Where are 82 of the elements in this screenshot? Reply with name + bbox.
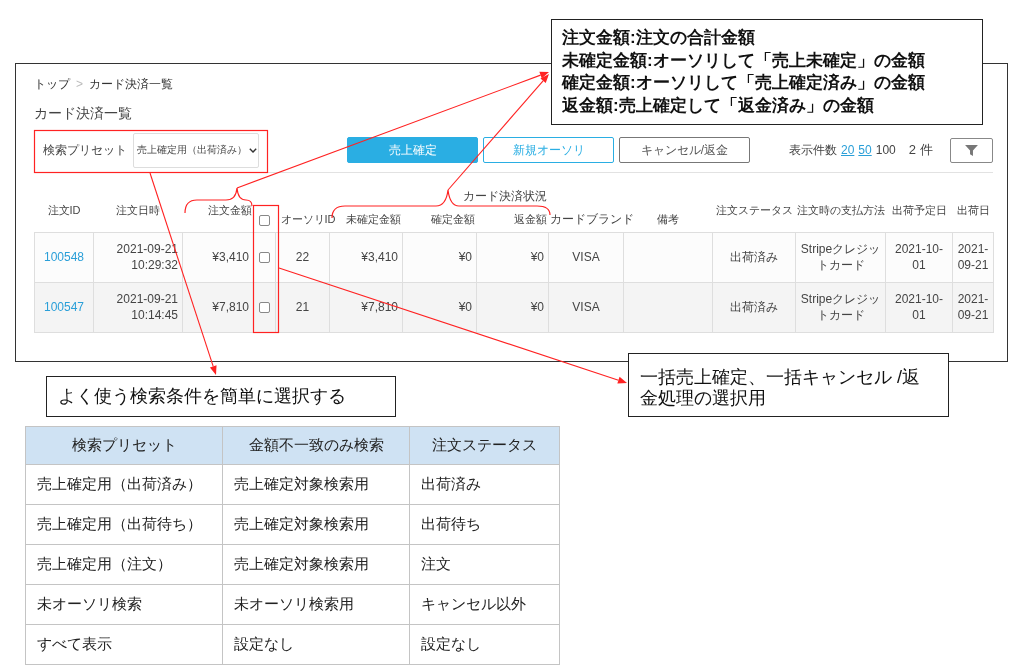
table-cell: 注文 (409, 544, 560, 585)
table-cell: 22 (275, 232, 330, 282)
table-cell: ¥0 (476, 282, 549, 332)
table-cell: 未オーソリ検索 (25, 584, 223, 625)
breadcrumb-current: カード決済一覧 (89, 76, 173, 92)
legend-line: 注文金額:注文の合計金額 (562, 27, 755, 49)
filter-icon (965, 144, 978, 156)
table-cell: VISA (548, 232, 624, 282)
table-cell: ¥0 (402, 232, 477, 282)
toolbar-button[interactable]: 売上確定 (347, 137, 478, 163)
breadcrumb-separator: > (76, 76, 83, 92)
legend-line: 返金額:売上確定して「返金済み」の金額 (562, 94, 874, 117)
page-size-option[interactable]: 20 (841, 143, 855, 157)
column-header: 確定金額 (430, 213, 475, 226)
table-cell: 2021-10-01 (885, 232, 953, 282)
table-cell: すべて表示 (25, 624, 223, 665)
page-title: カード決済一覧 (34, 104, 132, 123)
breadcrumb-link[interactable]: トップ (34, 76, 70, 92)
column-header: 注文ステータス (715, 204, 793, 217)
table-cell: 2021-09-21 10:14:45 (93, 282, 183, 332)
table-cell: 売上確定対象検索用 (222, 504, 410, 545)
result-count: 2 件 (908, 141, 933, 159)
column-header: カードブランド (549, 212, 634, 227)
column-header: オーソリID (280, 213, 336, 226)
table-cell: キャンセル以外 (409, 584, 560, 625)
table-cell: 売上確定用（注文） (25, 544, 223, 585)
column-group-header: カード決済状況 (462, 189, 547, 203)
row-checkbox[interactable] (259, 252, 270, 264)
column-header: 注文時の支払方法 (796, 204, 885, 217)
order-id-link[interactable]: 100548 (43, 250, 84, 264)
table-cell: VISA (548, 282, 624, 332)
table-cell: Stripeクレジットカード (795, 232, 886, 282)
callout-note: 一括売上確定、一括キャンセル /返金処理の選択用 (628, 353, 949, 417)
table-cell: ¥0 (476, 232, 549, 282)
row-checkbox[interactable] (259, 302, 270, 314)
table-cell: 売上確定用（出荷待ち） (25, 504, 223, 545)
page-size-option[interactable]: 50 (858, 143, 872, 157)
table-cell: ¥7,810 (182, 282, 254, 332)
table-cell: 売上確定対象検索用 (222, 464, 410, 505)
page-size-label: 表示件数 (789, 141, 837, 159)
table-cell: 売上確定用（出荷済み） (25, 464, 223, 505)
table-cell: 21 (275, 282, 330, 332)
table-cell: 2021-10-01 (885, 282, 953, 332)
table-cell: 2021-09-21 (952, 232, 994, 282)
table-cell: 出荷済み (712, 232, 796, 282)
table-cell: 出荷待ち (409, 504, 560, 545)
table-cell: ¥3,410 (182, 232, 254, 282)
table-cell: 設定なし (409, 624, 560, 665)
page-size-option[interactable]: 100 (875, 143, 896, 157)
table-cell: ¥0 (402, 282, 477, 332)
table-cell: ¥7,810 (329, 282, 403, 332)
preset-select[interactable]: 売上確定用（出荷済み） (133, 132, 259, 168)
table-cell: Stripeクレジットカード (795, 282, 886, 332)
column-header: 未確定金額 (345, 213, 401, 226)
table-cell: 2021-09-21 (952, 282, 994, 332)
curly-brace (184, 187, 253, 214)
column-header: 注文ステータス (409, 426, 560, 465)
table-cell: 出荷済み (409, 464, 560, 505)
table-cell: 売上確定対象検索用 (222, 544, 410, 585)
column-header: 注文ID (47, 204, 81, 217)
column-header: 金額不一致のみ検索 (222, 426, 410, 465)
table-cell: 出荷済み (712, 282, 796, 332)
callout-note: よく使う検索条件を簡単に選択する (46, 376, 396, 417)
table-cell: ¥3,410 (329, 232, 403, 282)
column-header: 検索プリセット (25, 426, 223, 465)
chevron-icon (249, 147, 257, 153)
preset-label: 検索プリセット (43, 141, 127, 159)
column-header: 出荷日 (956, 204, 990, 217)
column-header: 返金額 (513, 213, 547, 226)
column-header: 注文日時 (116, 204, 160, 217)
legend-line: 確定金額:オーソリして「売上確定済み」の金額 (562, 72, 925, 94)
toolbar-button[interactable]: キャンセル/返金 (619, 137, 750, 163)
order-id-link[interactable]: 100547 (43, 300, 84, 314)
toolbar-button[interactable]: 新規オーソリ (483, 137, 614, 163)
legend-line: 未確定金額:オーソリして「売上未確定」の金額 (562, 49, 925, 72)
column-header: 備考 (657, 213, 679, 226)
table-cell: 設定なし (222, 624, 410, 665)
column-header: 注文金額 (207, 204, 252, 217)
filter-button[interactable] (950, 137, 993, 163)
column-header: 出荷予定日 (891, 204, 947, 217)
table-cell: 未オーソリ検索用 (222, 584, 410, 625)
select-all-checkbox[interactable] (259, 215, 270, 227)
